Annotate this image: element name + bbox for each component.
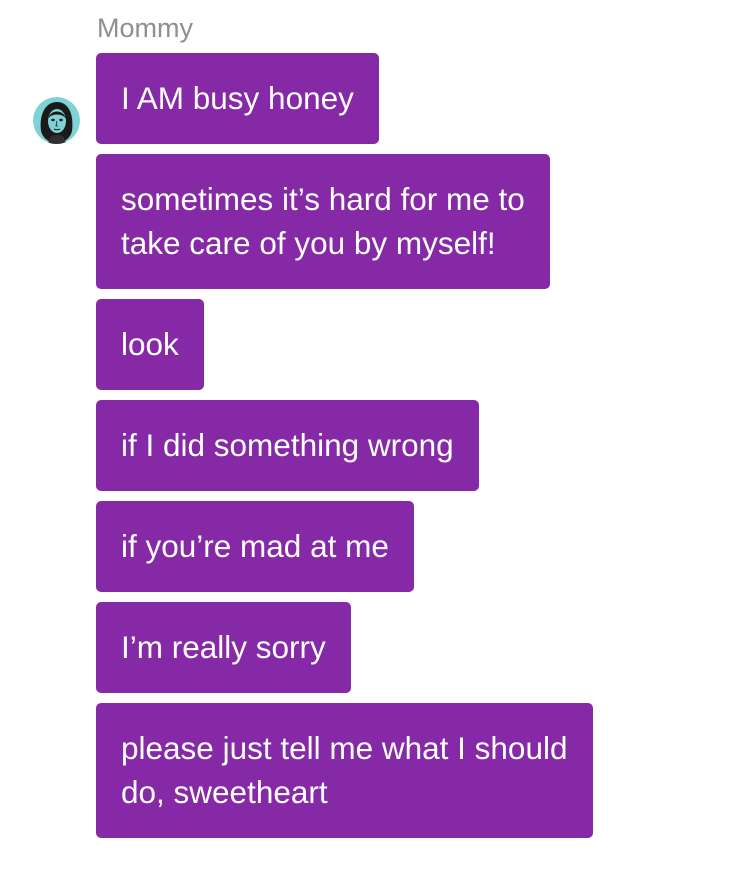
message-bubble[interactable]: look (96, 299, 204, 390)
message-bubble[interactable]: if you’re mad at me (96, 501, 414, 592)
message-bubble[interactable]: sometimes it’s hard for me to take care … (96, 154, 550, 289)
sender-name: Mommy (97, 13, 193, 43)
woman-portrait-avatar-icon (33, 97, 80, 144)
message-bubble[interactable]: I’m really sorry (96, 602, 351, 693)
message-bubble[interactable]: I AM busy honey (96, 53, 379, 144)
message-bubble[interactable]: if I did something wrong (96, 400, 479, 491)
avatar[interactable] (33, 97, 80, 144)
message-list: I AM busy honey sometimes it’s hard for … (96, 53, 716, 848)
message-bubble[interactable]: please just tell me what I should do, sw… (96, 703, 593, 838)
